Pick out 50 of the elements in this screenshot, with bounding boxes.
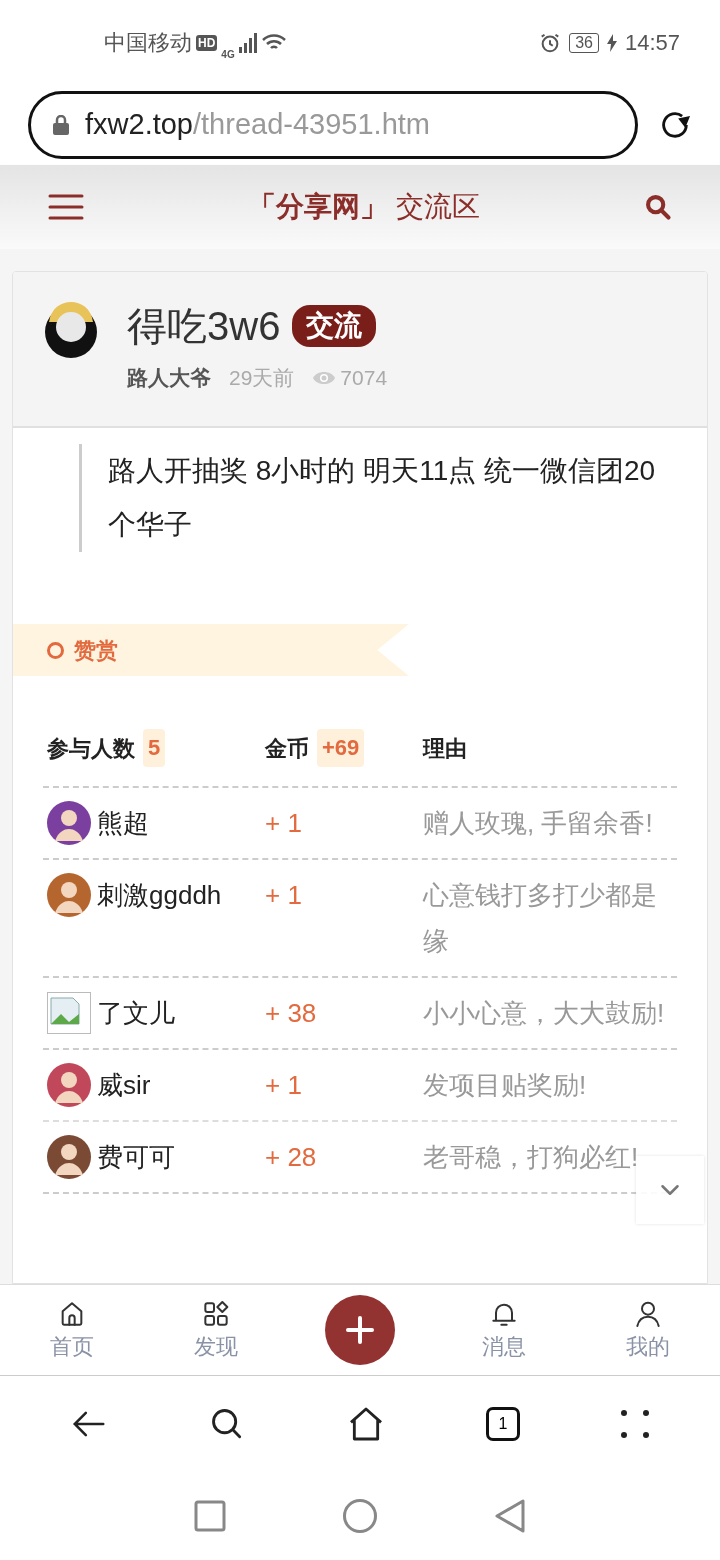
site-brand[interactable]: 「分享网」 — [248, 186, 388, 228]
reward-reason: 小小心意，大大鼓励! — [423, 997, 666, 1030]
user-name[interactable]: 熊超 — [97, 803, 149, 843]
coin-amount: + 28 — [265, 1141, 318, 1174]
broken-image-icon — [47, 992, 91, 1034]
author-name[interactable]: 路人大爷 — [127, 362, 211, 394]
post-time: 29天前 — [229, 365, 295, 391]
battery-level: 36 — [569, 32, 599, 53]
hd-badge: HD — [196, 34, 218, 51]
menu-icon[interactable] — [48, 194, 84, 220]
user-name[interactable]: 刺激ggddh — [97, 875, 222, 915]
url: fxw2.top/thread-43951.htm — [85, 107, 430, 143]
reward-reason: 老哥稳，打狗必红! — [423, 1141, 640, 1174]
reward-reason: 赠人玫瑰, 手留余香! — [423, 807, 654, 840]
user-name[interactable]: 费可可 — [97, 1137, 175, 1177]
user-name[interactable]: 威sir — [97, 1065, 151, 1105]
column-header: 金币 — [265, 734, 309, 763]
charging-icon — [606, 33, 617, 52]
reward-title: 赞赏 — [74, 636, 118, 665]
category-tag[interactable]: 交流 — [292, 305, 377, 347]
more-icon[interactable] — [620, 1409, 650, 1439]
reward-reason: 心意钱打多打少都是缘 — [423, 879, 658, 958]
reward-reason: 发项目贴奖励! — [423, 1069, 588, 1102]
column-header: 理由 — [423, 734, 467, 763]
user-name[interactable]: 了文儿 — [97, 993, 175, 1033]
home-button-icon[interactable] — [342, 1498, 378, 1534]
avatar — [43, 300, 99, 358]
carrier: 中国移动 — [104, 29, 192, 57]
plus-icon — [345, 1315, 375, 1345]
coin-amount: + 1 — [265, 807, 303, 840]
post-title: 得吃3w6 — [127, 303, 281, 350]
recents-icon[interactable] — [194, 1500, 226, 1532]
coin-amount: + 38 — [265, 997, 318, 1030]
search-icon[interactable] — [644, 193, 672, 221]
count-badge: 5 — [143, 729, 166, 767]
section-title: 交流区 — [396, 190, 480, 224]
clock: 14:57 — [624, 29, 680, 57]
back-triangle-icon[interactable] — [494, 1498, 526, 1534]
signal-icon — [238, 32, 257, 53]
count-badge: +69 — [317, 729, 365, 767]
address-field[interactable]: fxw2.top/thread-43951.htm — [28, 91, 638, 159]
coin-amount: + 1 — [265, 1069, 303, 1102]
view-count: 7074 — [340, 365, 388, 391]
post-body: 路人开抽奖 8小时的 明天11点 统一微信团20个华子 — [79, 444, 659, 552]
coin-amount: + 1 — [265, 879, 303, 912]
column-header: 参与人数 — [47, 734, 135, 763]
eye-icon — [312, 369, 337, 386]
lock-icon — [53, 115, 69, 135]
network-type: 4G — [221, 48, 235, 62]
tabs-button[interactable]: 1 — [486, 1407, 520, 1441]
